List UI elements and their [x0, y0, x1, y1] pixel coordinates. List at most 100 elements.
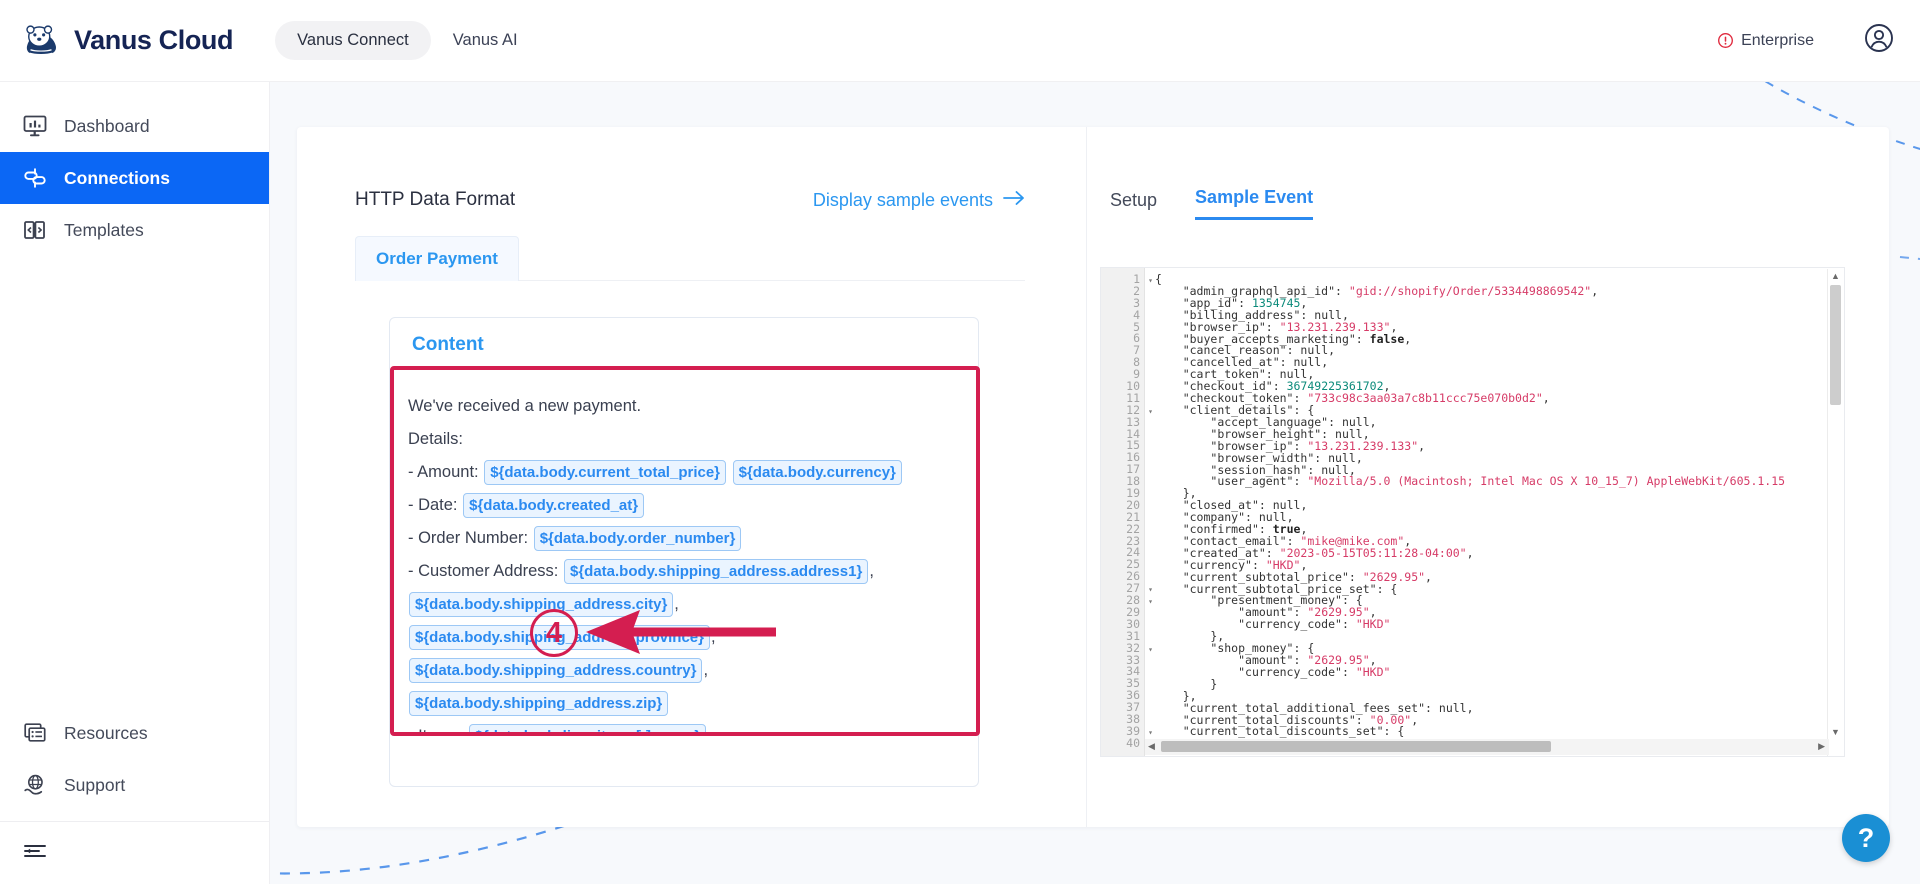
brand-name: Vanus Cloud: [74, 25, 234, 55]
editor-code-line: "currency_code": "HKD": [1238, 617, 1391, 632]
resources-list-icon: [22, 720, 48, 746]
display-sample-events-link[interactable]: Display sample events: [813, 190, 1025, 211]
fold-toggle-icon[interactable]: ▾: [1148, 596, 1153, 608]
token-current-total-price[interactable]: ${data.body.current_total_price}: [484, 460, 727, 486]
sidebar-top-spacer: [0, 82, 269, 100]
annotation-step-marker: 4: [530, 609, 578, 657]
right-pane-tab-bar: Setup Sample Event: [1110, 187, 1314, 220]
content-template-editor[interactable]: We've received a new payment. Details: -…: [394, 370, 976, 736]
connections-icon: [22, 165, 48, 191]
page-title: HTTP Data Format: [355, 189, 516, 210]
editor-line-numbers: 1 ▾ 2 3 4 5 6 7 8 9 10 11 12 ▾ 13 14 15 16 17 18 19 20 21 22 23 2…: [1101, 268, 1153, 756]
editor-code-line: "current_total_discounts_set": {: [1182, 724, 1405, 739]
sidebar-item-label: Resources: [64, 722, 148, 743]
fold-toggle-icon[interactable]: ▾: [1148, 406, 1153, 418]
tab-vanus-ai[interactable]: Vanus AI: [431, 21, 540, 60]
order-number-label: - Order Number:: [408, 529, 529, 547]
scroll-left-icon[interactable]: ◀: [1148, 741, 1155, 752]
date-label: - Date:: [408, 496, 458, 514]
template-line-intro: We've received a new payment.: [408, 390, 962, 423]
plan-badge[interactable]: Enterprise: [1717, 32, 1814, 50]
sample-event-code-editor[interactable]: 1 ▾ 2 3 4 5 6 7 8 9 10 11 12 ▾ 13 14 15 16 17 18 19 20 21 22 23 2…: [1100, 267, 1845, 757]
scroll-up-icon[interactable]: ▲: [1831, 271, 1840, 281]
comma-4: ,: [703, 661, 709, 679]
content-highlight-frame: We've received a new payment. Details: -…: [390, 366, 980, 736]
comma-1: ,: [869, 562, 874, 580]
editor-vertical-scrollbar[interactable]: ▲ ▼: [1827, 269, 1843, 756]
collapse-sidebar-icon: [22, 838, 48, 869]
editor-code-line: "user_agent": "Mozilla/5.0 (Macintosh; I…: [1210, 474, 1786, 489]
sidebar-item-resources[interactable]: Resources: [0, 707, 269, 759]
scroll-down-icon[interactable]: ▼: [1831, 727, 1840, 737]
template-line-details: Details:: [408, 423, 962, 456]
fold-toggle-icon[interactable]: ▾: [1148, 275, 1153, 287]
sidebar-item-dashboard[interactable]: Dashboard: [0, 100, 269, 152]
template-line-customer-address: - Customer Address: ${data.body.shipping…: [408, 555, 962, 720]
tab-setup[interactable]: Setup: [1110, 190, 1157, 220]
tab-order-payment[interactable]: Order Payment: [355, 236, 519, 281]
sidebar-item-label: Connections: [64, 167, 170, 188]
sample-event-pane: Setup Sample Event 1 ▾ 2 3 4 5 6 7 8 9 10 11 12 ▾ 13 14…: [1087, 127, 1889, 827]
alert-circle-icon: [1717, 32, 1734, 49]
app-header: Vanus Cloud Vanus Connect Vanus AI Enter…: [0, 0, 1920, 82]
editor-code-line: }: [1155, 676, 1218, 691]
fold-toggle-icon[interactable]: ▾: [1148, 584, 1153, 596]
template-line-items: - Items: ${data.body.line_items[:].name}: [408, 720, 962, 736]
template-line-amount: - Amount: ${data.body.current_total_pric…: [408, 456, 962, 489]
templates-icon: [22, 217, 48, 243]
editor-horizontal-scrollbar[interactable]: ◀ ▶: [1145, 739, 1829, 755]
token-created-at[interactable]: ${data.body.created_at}: [463, 493, 645, 519]
monitor-chart-icon: [22, 113, 48, 139]
display-sample-events-label: Display sample events: [812, 189, 993, 210]
tab-vanus-connect[interactable]: Vanus Connect: [275, 21, 431, 60]
sidebar-item-support[interactable]: Support: [0, 759, 269, 811]
plan-label: Enterprise: [1741, 31, 1814, 49]
otter-logo-icon: [20, 20, 62, 62]
connection-content-card: HTTP Data Format Display sample events O…: [297, 127, 1889, 827]
comma-3: ,: [710, 628, 716, 646]
pane-header: HTTP Data Format Display sample events: [355, 189, 1025, 211]
token-order-number[interactable]: ${data.body.order_number}: [533, 526, 742, 552]
token-shipping-zip[interactable]: ${data.body.shipping_address.zip}: [409, 691, 669, 717]
token-line-items-name[interactable]: ${data.body.line_items[:].name}: [468, 724, 707, 732]
vertical-scroll-thumb[interactable]: [1830, 285, 1841, 405]
editor-code-line: "currency_code": "HKD": [1238, 664, 1391, 679]
support-globe-hand-icon: [22, 772, 48, 798]
token-shipping-country[interactable]: ${data.body.shipping_address.country}: [409, 658, 703, 684]
tab-sample-event[interactable]: Sample Event: [1195, 187, 1314, 220]
brand: Vanus Cloud: [20, 20, 234, 62]
sidebar: Dashboard Connections Templates Resource…: [0, 82, 270, 884]
content-label: Content: [412, 334, 484, 355]
editor-code-content[interactable]: { "admin_graphql_api_id": "gid://shopify…: [1145, 268, 1844, 756]
fold-toggle-icon[interactable]: ▾: [1148, 727, 1153, 739]
token-currency[interactable]: ${data.body.currency}: [732, 460, 902, 486]
sidebar-item-templates[interactable]: Templates: [0, 204, 269, 256]
template-intro-text: We've received a new payment.: [408, 397, 642, 415]
sidebar-item-connections[interactable]: Connections: [0, 152, 269, 204]
items-label: - Items:: [408, 727, 464, 736]
http-data-format-pane: HTTP Data Format Display sample events O…: [297, 127, 1087, 827]
amount-label: - Amount:: [408, 463, 479, 481]
template-details-text: Details:: [408, 430, 464, 448]
sidebar-item-label: Support: [64, 774, 126, 795]
sidebar-item-label: Templates: [64, 219, 144, 240]
horizontal-scroll-thumb[interactable]: [1161, 741, 1551, 752]
format-tab-bar: Order Payment: [355, 236, 1025, 281]
collapse-sidebar-button[interactable]: [0, 822, 269, 884]
customer-address-label: - Customer Address:: [408, 562, 559, 580]
content-template-box: Content We've received a new payment. De…: [389, 317, 980, 787]
sidebar-item-label: Dashboard: [64, 115, 150, 136]
comma-2: ,: [674, 595, 679, 613]
top-tab-group: Vanus Connect Vanus AI: [275, 21, 539, 60]
scroll-right-icon[interactable]: ▶: [1818, 741, 1825, 752]
fold-toggle-icon[interactable]: ▾: [1148, 644, 1153, 656]
token-shipping-address1[interactable]: ${data.body.shipping_address.address1}: [563, 559, 869, 585]
help-button[interactable]: ?: [1842, 814, 1890, 862]
page-canvas: HTTP Data Format Display sample events O…: [270, 82, 1920, 884]
template-line-date: - Date: ${data.body.created_at}: [408, 489, 962, 522]
user-circle-icon[interactable]: [1864, 23, 1894, 58]
template-line-order-number: - Order Number: ${data.body.order_number…: [408, 522, 962, 555]
editor-line-number: 40▾: [1101, 737, 1153, 750]
arrow-right-icon: [1003, 190, 1025, 211]
